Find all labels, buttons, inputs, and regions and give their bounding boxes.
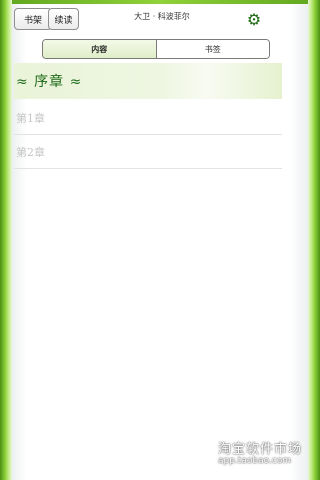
chapter-item-1[interactable]: 第1章 <box>14 101 282 135</box>
bookshelf-button[interactable]: 书架 <box>14 8 52 30</box>
gear-icon[interactable]: ⚙ <box>246 12 262 28</box>
tab-bar: 内容 书签 <box>42 39 270 59</box>
tab-contents[interactable]: 内容 <box>43 40 157 58</box>
watermark-url: app.taobao.com <box>218 456 292 466</box>
right-frame-bar <box>308 0 320 480</box>
chapter-item-2[interactable]: 第2章 <box>14 135 282 169</box>
tab-contents-label: 内容 <box>91 43 108 54</box>
continue-reading-button-label: 续读 <box>54 15 73 26</box>
chapter-item-prologue[interactable]: ≈ 序章 ≈ <box>14 63 282 99</box>
book-title: 大卫 · 科波菲尔 <box>134 12 190 21</box>
bookshelf-button-label: 书架 <box>23 15 42 26</box>
watermark-title: 淘宝软件市场 <box>218 442 303 457</box>
tab-bookmarks-label: 书签 <box>204 44 221 54</box>
left-frame-bar <box>0 0 12 480</box>
chapter-item-label: 第2章 <box>16 145 45 159</box>
chapter-item-label: ≈ 序章 ≈ <box>16 74 83 90</box>
continue-reading-button[interactable]: 续读 <box>48 8 79 30</box>
tab-bookmarks[interactable]: 书签 <box>156 40 269 58</box>
chapter-item-label: 第1章 <box>16 111 45 125</box>
